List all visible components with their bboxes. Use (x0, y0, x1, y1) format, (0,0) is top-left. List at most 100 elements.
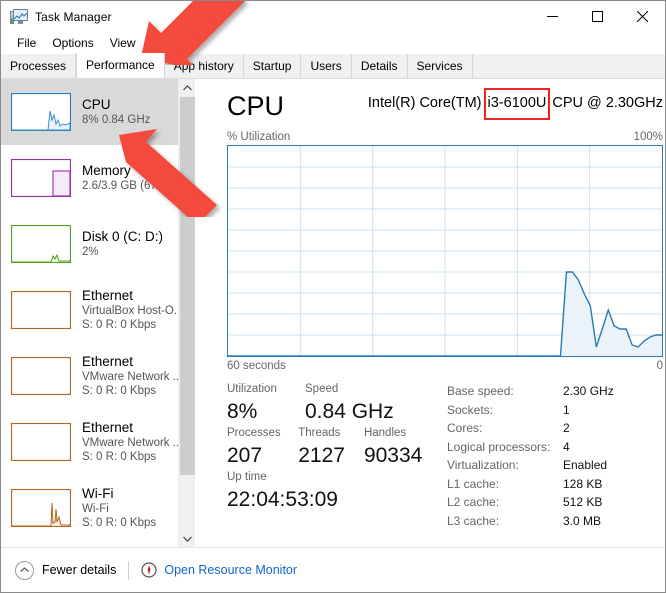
spec-value: 3.0 MB (563, 513, 602, 528)
content-area: CPU 8% 0.84 GHz Memory 2.6/3.9 GB (67%) (1, 79, 665, 547)
sidebar-item-label: Wi-Fi (82, 486, 114, 501)
sidebar-item-rate: S: 0 R: 0 Kbps (82, 319, 157, 331)
task-manager-icon (10, 8, 28, 25)
tab-strip: Processes Performance App history Startu… (1, 53, 665, 79)
title-bar: Task Manager (1, 1, 665, 32)
menu-item-file[interactable]: File (9, 34, 44, 52)
sidebar-item-sub: 2% (82, 246, 99, 258)
spec-value: 4 (563, 439, 570, 454)
cpu-model-suffix: CPU @ 2.30GHz (548, 95, 663, 111)
sidebar-item-rate: S: 0 R: 0 Kbps (82, 385, 157, 397)
status-bar: Fewer details Open Resource Monitor (1, 547, 665, 592)
cpu-graph-svg (228, 146, 662, 356)
graph-axis-bottom: 60 seconds 0 (227, 360, 665, 372)
sidebar-item-ethernet-2[interactable]: Ethernet VMware Network ... S: 0 R: 0 Kb… (1, 343, 195, 409)
sidebar-item-sub: VMware Network ... (82, 437, 183, 449)
sidebar-scrollbar[interactable] (178, 79, 195, 547)
wifi-thumbnail-icon (11, 489, 71, 527)
stat-value: 207 (227, 444, 263, 467)
cpu-model-prefix: Intel(R) Core(TM) (367, 95, 486, 111)
stat-value: 8% (227, 400, 258, 423)
spec-key: Sockets: (447, 402, 494, 417)
task-manager-window: Task Manager File Options View Processes… (0, 0, 666, 593)
memory-thumbnail-icon (11, 159, 71, 197)
spec-sockets: Sockets: 1 (447, 401, 661, 420)
sidebar-item-disk[interactable]: Disk 0 (C: D:) 2% (1, 211, 195, 277)
graph-time-zero: 0 (656, 360, 663, 372)
tab-users[interactable]: Users (301, 54, 352, 78)
menu-item-view[interactable]: View (102, 34, 144, 52)
spec-logical-processors: Logical processors: 4 (447, 438, 661, 457)
cpu-stats-left: Utilization 8% Speed 0.84 GHz Processes … (227, 381, 437, 530)
maximize-button[interactable] (575, 1, 620, 32)
sidebar-item-ethernet-1[interactable]: Ethernet VirtualBox Host-O... S: 0 R: 0 … (1, 277, 195, 343)
chevron-up-icon[interactable] (15, 560, 34, 580)
open-resource-monitor-link[interactable]: Open Resource Monitor (164, 563, 297, 577)
cpu-utilization-graph (227, 145, 663, 357)
sidebar-item-rate: S: 0 R: 0 Kbps (82, 451, 157, 463)
spec-l1-cache: L1 cache: 128 KB (447, 475, 661, 494)
sidebar-item-label: Ethernet (82, 420, 134, 435)
sidebar-item-sub: 8% 0.84 GHz (82, 114, 151, 126)
spec-value: 2 (563, 421, 570, 435)
stat-value: 90334 (363, 444, 423, 467)
minimize-button[interactable] (530, 1, 575, 32)
sidebar-item-label: Ethernet (82, 354, 134, 369)
scroll-up-icon[interactable] (179, 79, 195, 96)
spec-key: Logical processors: (447, 439, 551, 454)
close-button[interactable] (620, 1, 665, 32)
ethernet-thumbnail-icon (11, 357, 71, 395)
spec-virtualization: Virtualization: Enabled (447, 456, 661, 475)
sidebar-item-rate: S: 0 R: 0 Kbps (82, 517, 157, 529)
sidebar-item-cpu[interactable]: CPU 8% 0.84 GHz (1, 79, 195, 145)
stat-label: Utilization (227, 383, 277, 395)
resource-sidebar[interactable]: CPU 8% 0.84 GHz Memory 2.6/3.9 GB (67%) (1, 79, 195, 547)
stats-row-1: Utilization 8% Speed 0.84 GHz (227, 381, 437, 425)
cpu-spec-list: Base speed: 2.30 GHz Sockets: 1 Cores: 2… (437, 381, 661, 530)
spec-value: 128 KB (563, 476, 603, 491)
tab-performance[interactable]: Performance (76, 53, 165, 78)
sidebar-item-wifi[interactable]: Wi-Fi Wi-Fi S: 0 R: 0 Kbps (1, 475, 195, 541)
sidebar-item-ethernet-3[interactable]: Ethernet VMware Network ... S: 0 R: 0 Kb… (1, 409, 195, 475)
stat-handles: Handles 90334 (364, 425, 437, 469)
stat-value: 22:04:53:09 (227, 488, 338, 511)
tab-app-history[interactable]: App history (164, 54, 244, 78)
sidebar-item-sub: VMware Network ... (82, 371, 183, 383)
stat-value: 2127 (298, 444, 345, 467)
graph-gridlines (228, 146, 662, 356)
window-controls (530, 1, 665, 32)
fewer-details-button[interactable]: Fewer details (42, 563, 116, 577)
sidebar-item-sub: 2.6/3.9 GB (67%) (82, 180, 171, 192)
stat-label: Up time (227, 471, 267, 483)
stat-label: Threads (298, 427, 341, 439)
ethernet-thumbnail-icon (11, 423, 71, 461)
tab-services[interactable]: Services (407, 54, 473, 78)
spec-value: 1 (563, 402, 570, 417)
scrollbar-thumb[interactable] (180, 97, 195, 475)
scroll-down-icon[interactable] (179, 530, 195, 547)
menu-item-options[interactable]: Options (44, 34, 101, 52)
graph-axis-top: % Utilization 100% (227, 131, 665, 143)
sidebar-item-memory[interactable]: Memory 2.6/3.9 GB (67%) (1, 145, 195, 211)
stat-uptime: Up time 22:04:53:09 (227, 469, 338, 513)
cpu-thumbnail-icon (11, 93, 71, 131)
sidebar-item-label: Disk 0 (C: D:) (82, 229, 163, 244)
spec-key: Cores: (447, 421, 483, 435)
stat-label: Speed (305, 383, 339, 395)
stat-value: 0.84 GHz (305, 400, 394, 423)
spec-key: L1 cache: (447, 476, 500, 491)
cpu-header: CPU Intel(R) Core(TM) i3-6100U CPU @ 2.3… (227, 89, 665, 129)
stat-label: Processes (227, 427, 281, 439)
menu-bar: File Options View (1, 32, 665, 54)
spec-key: L2 cache: (447, 495, 500, 509)
spec-value: Enabled (563, 458, 608, 472)
sidebar-item-label: Ethernet (82, 288, 134, 303)
tab-processes[interactable]: Processes (1, 54, 77, 78)
tab-details[interactable]: Details (351, 54, 408, 78)
stat-label: Handles (363, 427, 407, 439)
spec-cores: Cores: 2 (447, 419, 661, 438)
window-title: Task Manager (35, 9, 112, 24)
spec-key: Base speed: (447, 384, 514, 398)
graph-y-max: 100% (633, 131, 663, 143)
tab-startup[interactable]: Startup (243, 54, 302, 78)
